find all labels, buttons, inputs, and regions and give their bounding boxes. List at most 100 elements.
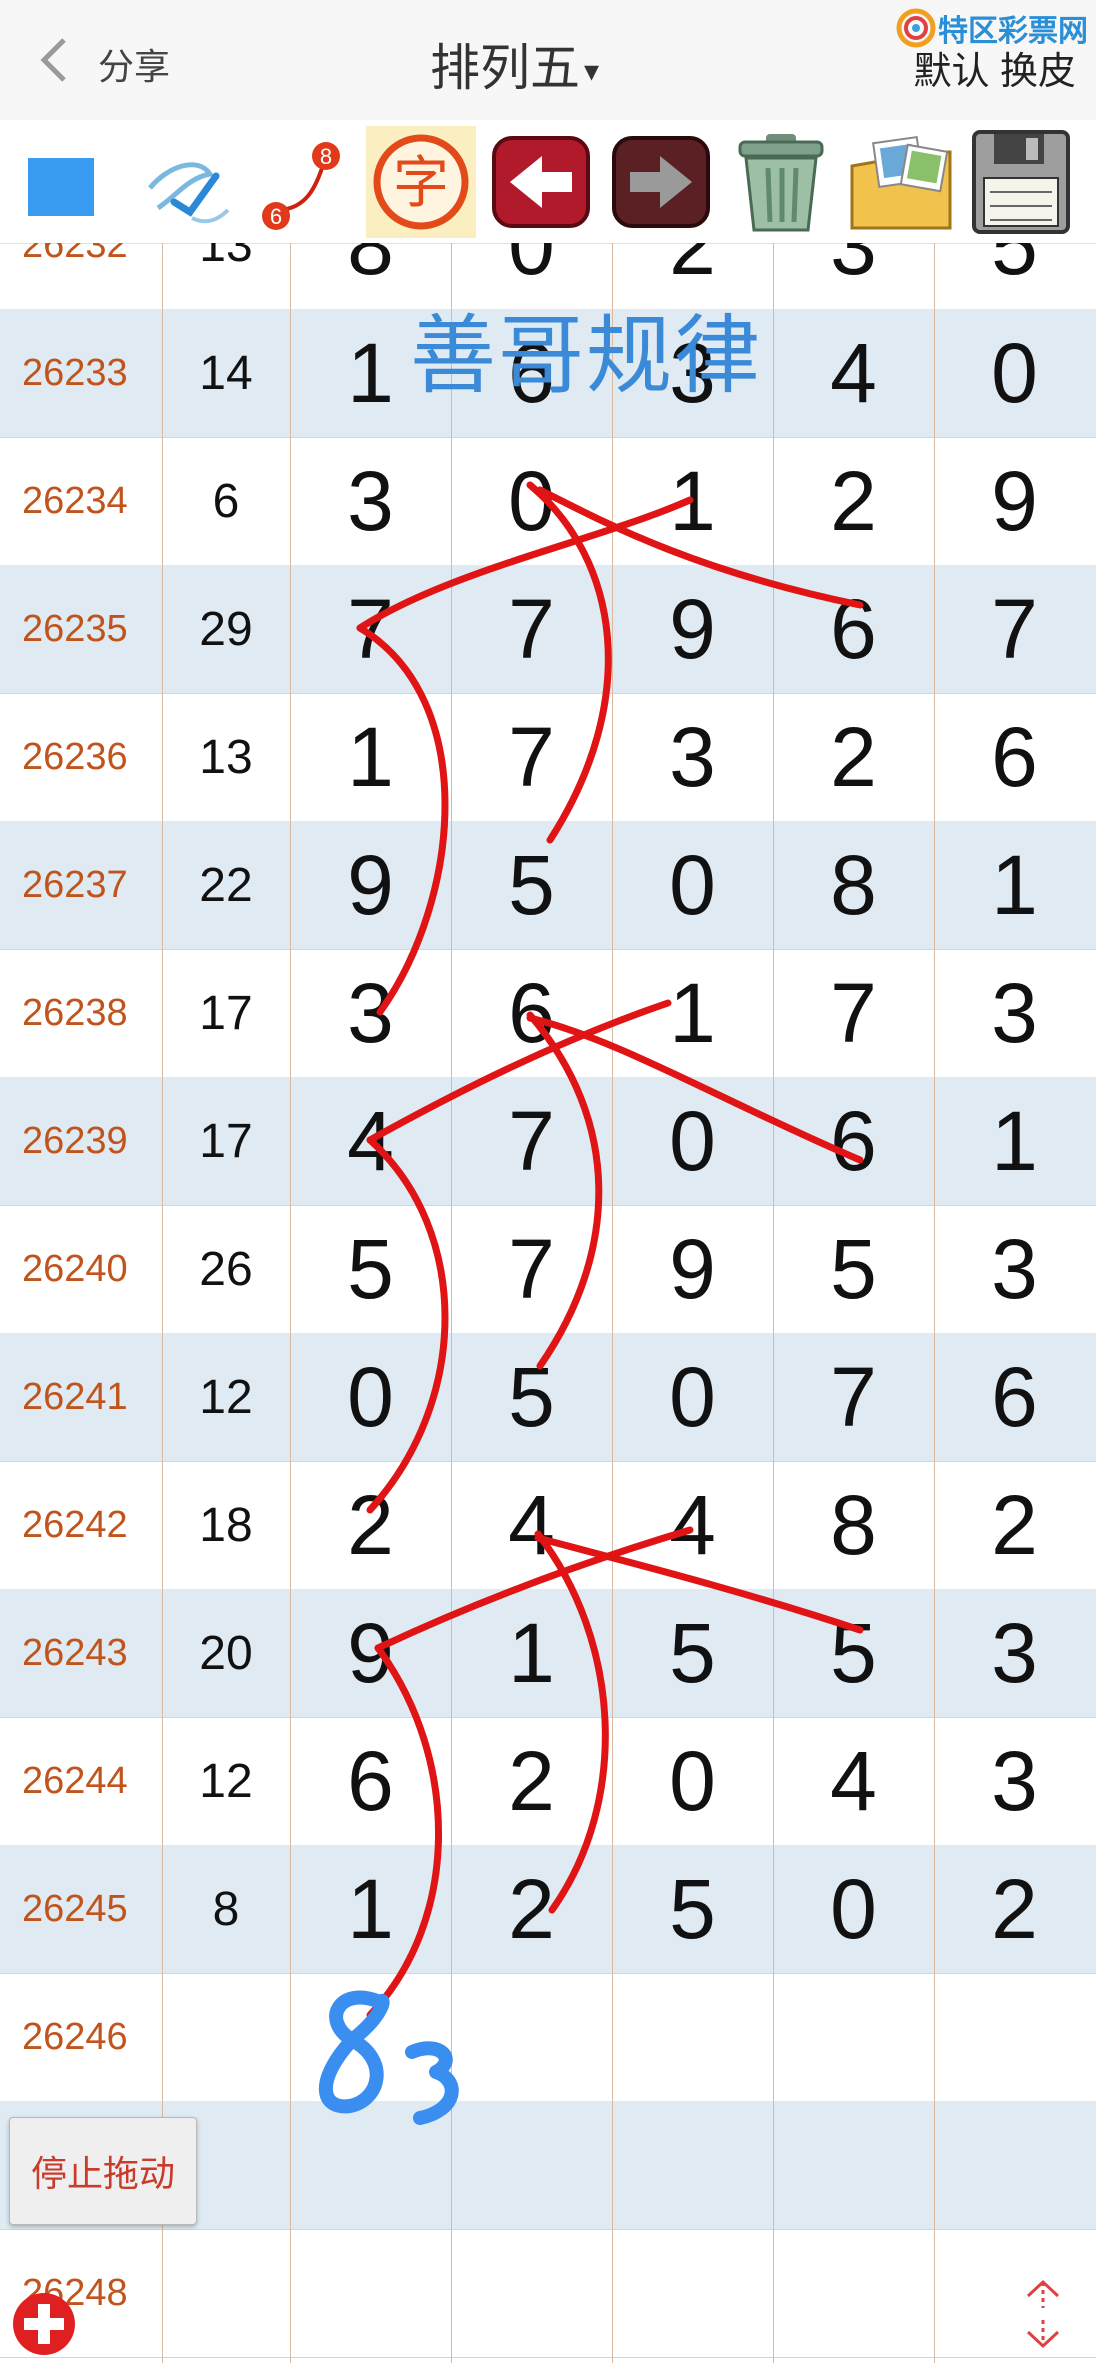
digit-cell[interactable]: 6 bbox=[773, 565, 934, 693]
digit-cell[interactable]: 1 bbox=[934, 821, 1095, 949]
digit-cell[interactable]: 2 bbox=[451, 1717, 612, 1845]
digit-cell[interactable]: 5 bbox=[773, 1205, 934, 1333]
digit-cell[interactable]: 0 bbox=[934, 309, 1095, 437]
digit-cell[interactable]: 4 bbox=[773, 1717, 934, 1845]
digit-cell[interactable]: 8 bbox=[773, 1461, 934, 1589]
digit-cell[interactable]: 1 bbox=[934, 1077, 1095, 1205]
digit-cell[interactable] bbox=[612, 1973, 773, 2101]
digit-cell[interactable]: 3 bbox=[934, 1205, 1095, 1333]
digit-cell[interactable] bbox=[773, 2101, 934, 2229]
add-icon[interactable] bbox=[10, 2290, 78, 2358]
digit-cell[interactable]: 3 bbox=[934, 949, 1095, 1077]
digit-cell[interactable] bbox=[934, 2101, 1095, 2229]
color-square-icon[interactable] bbox=[6, 126, 116, 238]
lottery-type-selector[interactable]: 排列五 ▾ bbox=[430, 28, 599, 100]
digit-cell[interactable] bbox=[612, 2101, 773, 2229]
digit-cell[interactable]: 5 bbox=[290, 1205, 451, 1333]
draw-chart-grid[interactable]: 26232 13 8 0 2 3 5 26233 14 1 6 3 4 0 26234 6 3 0 1 2 9 26235… bbox=[0, 243, 1096, 2363]
digit-cell[interactable]: 4 bbox=[451, 1461, 612, 1589]
digit-cell[interactable] bbox=[451, 1973, 612, 2101]
digit-cell[interactable]: 5 bbox=[612, 1589, 773, 1717]
digit-cell[interactable]: 4 bbox=[290, 1077, 451, 1205]
digit-cell[interactable]: 8 bbox=[773, 821, 934, 949]
digit-cell[interactable]: 7 bbox=[773, 1333, 934, 1461]
share-button[interactable]: 分享 bbox=[98, 38, 170, 90]
digit-cell[interactable]: 9 bbox=[934, 437, 1095, 565]
undo-arrow-icon[interactable] bbox=[486, 126, 596, 238]
digit-cell[interactable]: 4 bbox=[612, 1461, 773, 1589]
connect-number-icon[interactable]: 6 8 bbox=[246, 126, 356, 238]
digit-cell[interactable]: 9 bbox=[290, 1589, 451, 1717]
save-floppy-icon[interactable] bbox=[966, 126, 1076, 238]
digit-cell[interactable]: 3 bbox=[934, 1589, 1095, 1717]
digit-cell[interactable]: 3 bbox=[612, 693, 773, 821]
digit-cell[interactable]: 6 bbox=[290, 1717, 451, 1845]
digit-cell[interactable] bbox=[934, 2229, 1095, 2357]
table-row: 26234 6 3 0 1 2 9 bbox=[0, 437, 1096, 566]
digit-cell[interactable]: 7 bbox=[934, 565, 1095, 693]
digit-cell[interactable]: 7 bbox=[451, 565, 612, 693]
digit-cell[interactable]: 9 bbox=[612, 1205, 773, 1333]
digit-cell[interactable] bbox=[773, 1973, 934, 2101]
photos-icon[interactable] bbox=[846, 126, 956, 238]
digit-cell[interactable] bbox=[773, 2229, 934, 2357]
digit-cell[interactable]: 2 bbox=[934, 1845, 1095, 1973]
digit-cell[interactable]: 5 bbox=[451, 821, 612, 949]
digit-cell[interactable]: 5 bbox=[612, 1845, 773, 1973]
scroll-arrows-icon[interactable] bbox=[1020, 2278, 1066, 2350]
digit-cell[interactable]: 1 bbox=[612, 437, 773, 565]
digit-cell[interactable] bbox=[290, 2101, 451, 2229]
digit-cell[interactable]: 0 bbox=[773, 1845, 934, 1973]
sum-value bbox=[162, 1973, 290, 2101]
text-tool-icon[interactable]: 字 bbox=[366, 126, 476, 238]
stop-drag-button[interactable]: 停止拖动 bbox=[9, 2117, 197, 2225]
column-divider bbox=[934, 243, 935, 2363]
digit-cell[interactable]: 3 bbox=[290, 437, 451, 565]
digit-cell[interactable]: 0 bbox=[612, 821, 773, 949]
digit-cell[interactable]: 6 bbox=[451, 949, 612, 1077]
digit-cell[interactable]: 5 bbox=[773, 1589, 934, 1717]
digit-cell[interactable]: 7 bbox=[451, 1077, 612, 1205]
digit-cell[interactable] bbox=[290, 1973, 451, 2101]
digit-cell[interactable]: 0 bbox=[290, 1333, 451, 1461]
digit-cell[interactable]: 2 bbox=[290, 1461, 451, 1589]
redo-arrow-icon[interactable] bbox=[606, 126, 716, 238]
digit-cell[interactable]: 2 bbox=[773, 693, 934, 821]
digit-cell[interactable]: 7 bbox=[290, 565, 451, 693]
digit-cell[interactable]: 1 bbox=[290, 1845, 451, 1973]
pen-icon[interactable] bbox=[128, 126, 238, 238]
digit-cell[interactable]: 6 bbox=[934, 1333, 1095, 1461]
digit-cell[interactable]: 7 bbox=[451, 1205, 612, 1333]
digit-cell[interactable]: 0 bbox=[612, 1717, 773, 1845]
digit-cell[interactable] bbox=[290, 2229, 451, 2357]
digit-cell[interactable] bbox=[612, 2229, 773, 2357]
digit-cell[interactable]: 5 bbox=[934, 243, 1095, 309]
issue-number: 26236 bbox=[22, 735, 128, 778]
digit-cell[interactable]: 7 bbox=[451, 693, 612, 821]
digit-cell[interactable]: 6 bbox=[934, 693, 1095, 821]
digit-cell[interactable]: 5 bbox=[451, 1333, 612, 1461]
chevron-left-icon[interactable] bbox=[32, 34, 76, 86]
digit-cell[interactable]: 0 bbox=[451, 437, 612, 565]
digit-cell[interactable]: 2 bbox=[934, 1461, 1095, 1589]
digit-cell[interactable] bbox=[451, 2229, 612, 2357]
digit-cell[interactable]: 0 bbox=[612, 1333, 773, 1461]
digit-cell[interactable]: 1 bbox=[451, 1589, 612, 1717]
digit-cell[interactable]: 0 bbox=[612, 1077, 773, 1205]
digit-cell[interactable]: 6 bbox=[773, 1077, 934, 1205]
digit-cell[interactable]: 1 bbox=[290, 693, 451, 821]
table-row: 26238 17 3 6 1 7 3 bbox=[0, 949, 1096, 1078]
digit-cell[interactable]: 3 bbox=[773, 243, 934, 309]
digit-cell[interactable] bbox=[934, 1973, 1095, 2101]
digit-cell[interactable]: 1 bbox=[612, 949, 773, 1077]
digit-cell[interactable] bbox=[451, 2101, 612, 2229]
digit-cell[interactable]: 9 bbox=[612, 565, 773, 693]
digit-cell[interactable]: 2 bbox=[451, 1845, 612, 1973]
digit-cell[interactable]: 7 bbox=[773, 949, 934, 1077]
digit-cell[interactable]: 3 bbox=[934, 1717, 1095, 1845]
digit-cell[interactable]: 2 bbox=[773, 437, 934, 565]
digit-cell[interactable]: 3 bbox=[290, 949, 451, 1077]
digit-cell[interactable]: 4 bbox=[773, 309, 934, 437]
digit-cell[interactable]: 9 bbox=[290, 821, 451, 949]
trash-icon[interactable] bbox=[726, 126, 836, 238]
